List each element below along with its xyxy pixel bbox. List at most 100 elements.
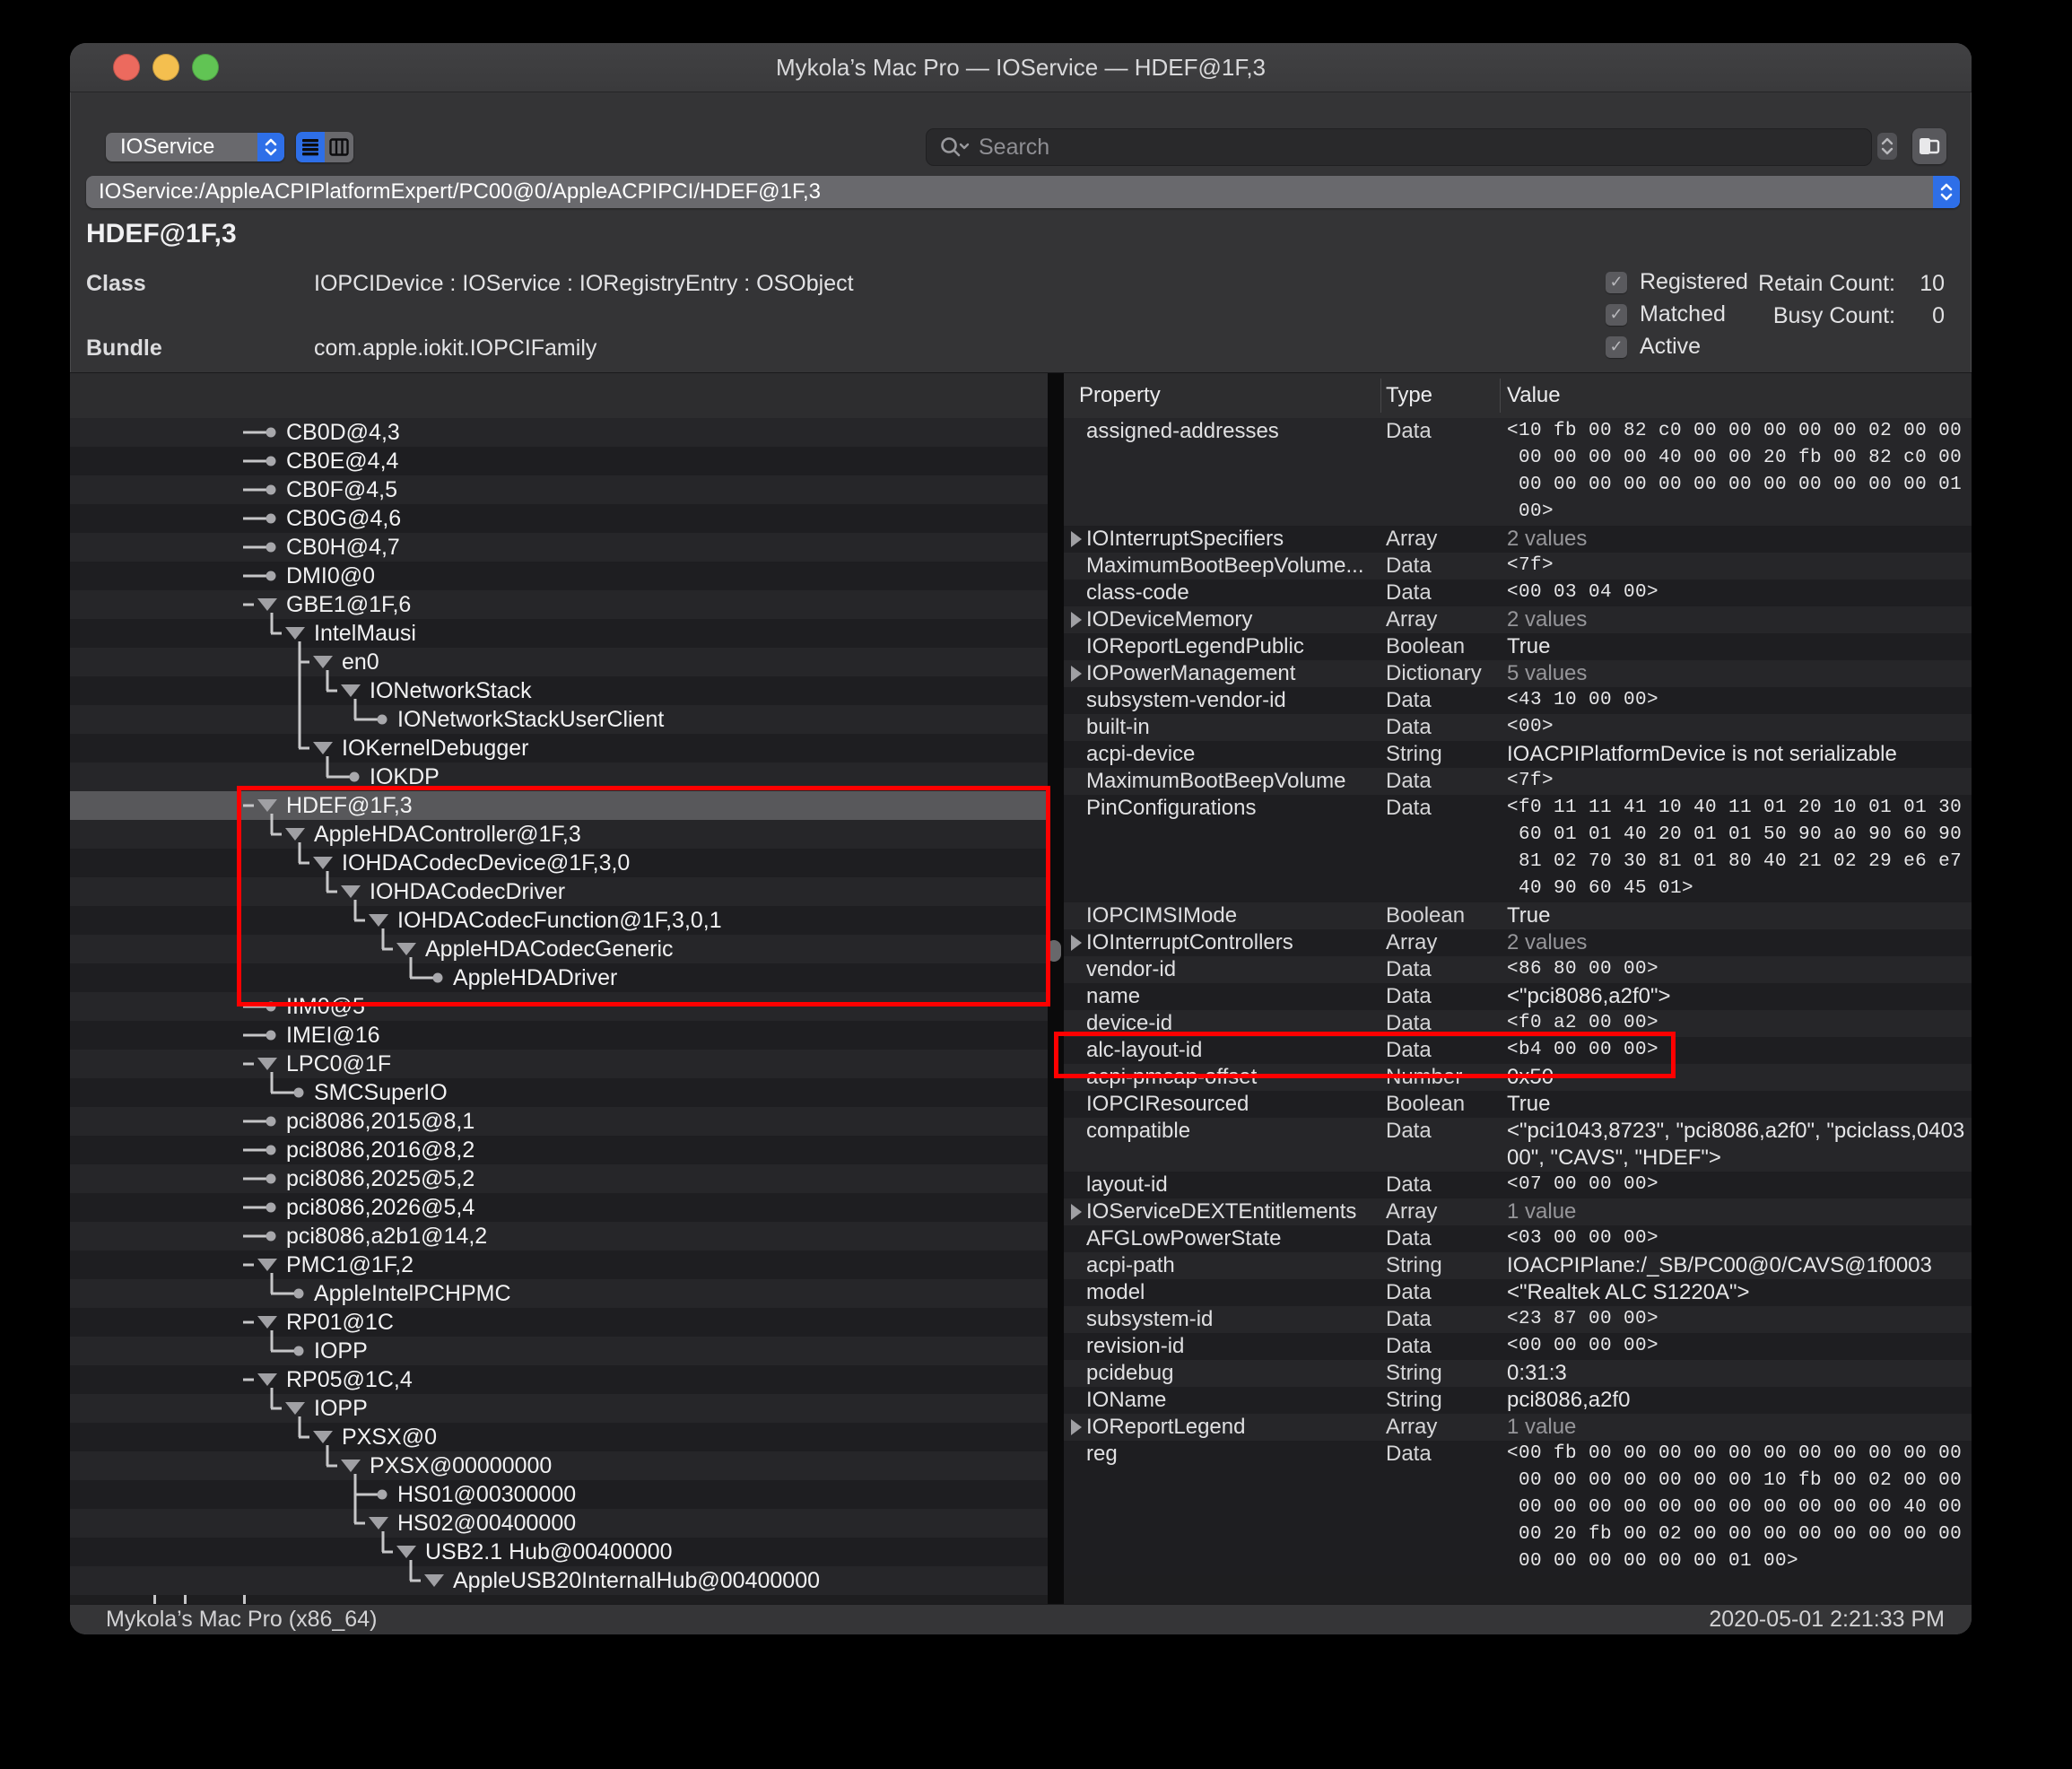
tree-row-applehdadriver[interactable]: AppleHDADriver — [70, 963, 1048, 992]
disclosure-triangle-expanded-icon[interactable] — [285, 828, 305, 841]
table-row-revision-id[interactable]: revision-idData<00 00 00 00> — [1064, 1333, 1972, 1360]
tree-row-iohdacodecdevice-1f-3-0[interactable]: IOHDACodecDevice@1F,3,0 — [70, 849, 1048, 877]
disclosure-triangle-expanded-icon[interactable] — [396, 1546, 416, 1558]
registry-path-bar[interactable]: IOService:/AppleACPIPlatformExpert/PC00@… — [86, 176, 1960, 208]
title-bar[interactable]: Mykola’s Mac Pro — IOService — HDEF@1F,3 — [70, 43, 1972, 92]
tree-row-iohdacodecdriver[interactable]: IOHDACodecDriver — [70, 877, 1048, 906]
table-row-iodevicememory[interactable]: IODeviceMemoryArray2 values — [1064, 606, 1972, 633]
tree-row-lpc0-1f[interactable]: LPC0@1F — [70, 1050, 1048, 1078]
tree-row-pci8086-2016-8-2[interactable]: pci8086,2016@8,2 — [70, 1136, 1048, 1164]
disclosure-triangle-expanded-icon[interactable] — [257, 1373, 277, 1386]
tree-row-pci8086-2026-5-4[interactable]: pci8086,2026@5,4 — [70, 1193, 1048, 1222]
table-row-alc-layout-id[interactable]: alc-layout-idData<b4 00 00 00> — [1064, 1037, 1972, 1064]
tree-row-pci8086-2015-8-1[interactable]: pci8086,2015@8,1 — [70, 1107, 1048, 1136]
disclosure-triangle-expanded-icon[interactable] — [313, 742, 333, 754]
tree-row-cb0g-4-6[interactable]: CB0G@4,6 — [70, 504, 1048, 533]
tree-row-en0[interactable]: en0 — [70, 648, 1048, 676]
table-row-iointerruptcontrollers[interactable]: IOInterruptControllersArray2 values — [1064, 929, 1972, 956]
path-bar-chevrons-icon[interactable] — [1933, 176, 1960, 208]
disclosure-triangle-expanded-icon[interactable] — [396, 943, 416, 955]
table-row-subsystem-id[interactable]: subsystem-idData<23 87 00 00> — [1064, 1306, 1972, 1333]
disclosure-triangle-expanded-icon[interactable] — [341, 885, 361, 898]
table-row-afglowpowerstate[interactable]: AFGLowPowerStateData<03 00 00 00> — [1064, 1225, 1972, 1252]
table-row-compatible[interactable]: compatibleData<"pci1043,8723", "pci8086,… — [1064, 1118, 1972, 1172]
history-stepper[interactable] — [1877, 133, 1897, 160]
disclosure-triangle-expanded-icon[interactable] — [313, 1431, 333, 1443]
disclosure-triangle-expanded-icon[interactable] — [257, 1058, 277, 1070]
list-view-button[interactable] — [296, 132, 325, 162]
table-row-name[interactable]: nameData<"pci8086,a2f0"> — [1064, 983, 1972, 1010]
inspector-panel-toggle-button[interactable] — [1912, 128, 1946, 164]
table-row-ioreportlegendpublic[interactable]: IOReportLegendPublicBooleanTrue — [1064, 633, 1972, 660]
tree-row-applehdacodecgeneric[interactable]: AppleHDACodecGeneric — [70, 935, 1048, 963]
disclosure-triangle-collapsed-icon[interactable] — [1069, 611, 1084, 629]
disclosure-triangle-expanded-icon[interactable] — [369, 914, 388, 927]
tree-row-pmc1-1f-2[interactable]: PMC1@1F,2 — [70, 1250, 1048, 1279]
disclosure-triangle-expanded-icon[interactable] — [341, 1460, 361, 1472]
disclosure-triangle-expanded-icon[interactable] — [257, 799, 277, 812]
table-row-ioreportlegend[interactable]: IOReportLegendArray1 value — [1064, 1414, 1972, 1441]
tree-row-smcsuperio[interactable]: SMCSuperIO — [70, 1078, 1048, 1107]
tree-row-hs01-00300000[interactable]: HS01@00300000 — [70, 1480, 1048, 1509]
column-header-property[interactable]: Property — [1079, 373, 1161, 418]
tree-row-hs02-00400000[interactable]: HS02@00400000 — [70, 1509, 1048, 1538]
table-row-reg[interactable]: regData<00 fb 00 00 00 00 00 00 00 00 00… — [1064, 1441, 1972, 1575]
tree-row-usb2-1-hub-00400000[interactable]: USB2.1 Hub@00400000 — [70, 1538, 1048, 1566]
tree-row-iokdp[interactable]: IOKDP — [70, 762, 1048, 791]
table-row-model[interactable]: modelData<"Realtek ALC S1220A"> — [1064, 1279, 1972, 1306]
search-icon[interactable] — [939, 135, 970, 159]
table-row-iointerruptspecifiers[interactable]: IOInterruptSpecifiersArray2 values — [1064, 526, 1972, 553]
tree-row-intelmausi[interactable]: IntelMausi — [70, 619, 1048, 648]
plane-selector-dropdown[interactable]: IOService — [106, 133, 284, 161]
disclosure-triangle-expanded-icon[interactable] — [285, 1402, 305, 1415]
disclosure-triangle-collapsed-icon[interactable] — [1069, 1203, 1084, 1221]
active-checkbox[interactable]: ✓ — [1606, 336, 1627, 358]
tree-row-pxsx-00000000[interactable]: PXSX@00000000 — [70, 1451, 1048, 1480]
disclosure-triangle-expanded-icon[interactable] — [341, 684, 361, 697]
table-row-pinconfigurations[interactable]: PinConfigurationsData<f0 11 11 41 10 40 … — [1064, 795, 1972, 902]
tree-row-pxsx-0[interactable]: PXSX@0 — [70, 1423, 1048, 1451]
table-row-iopcimsimode[interactable]: IOPCIMSIModeBooleanTrue — [1064, 902, 1972, 929]
tree-row-dmi0-0[interactable]: DMI0@0 — [70, 562, 1048, 590]
tree-row-ionetworkstackuserclient[interactable]: IONetworkStackUserClient — [70, 705, 1048, 734]
tree-row-cb0e-4-4[interactable]: CB0E@4,4 — [70, 447, 1048, 475]
tree-row-rp01-1c[interactable]: RP01@1C — [70, 1308, 1048, 1337]
disclosure-triangle-expanded-icon[interactable] — [285, 627, 305, 640]
tree-row-ionetworkstack[interactable]: IONetworkStack — [70, 676, 1048, 705]
tree-row-gbe1-1f-6[interactable]: GBE1@1F,6 — [70, 590, 1048, 619]
tree-row-iim0-5[interactable]: IIM0@5 — [70, 992, 1048, 1021]
disclosure-triangle-expanded-icon[interactable] — [257, 1259, 277, 1271]
tree-row-imei-16[interactable]: IMEI@16 — [70, 1021, 1048, 1050]
tree-row-cb0h-4-7[interactable]: CB0H@4,7 — [70, 533, 1048, 562]
tree-row-pci8086-2025-5-2[interactable]: pci8086,2025@5,2 — [70, 1164, 1048, 1193]
table-row-layout-id[interactable]: layout-idData<07 00 00 00> — [1064, 1172, 1972, 1198]
tree-row-iopp[interactable]: IOPP — [70, 1394, 1048, 1423]
registered-checkbox[interactable]: ✓ — [1606, 272, 1627, 293]
column-separator[interactable] — [1380, 379, 1381, 413]
table-row-iopowermanagement[interactable]: IOPowerManagementDictionary5 values — [1064, 660, 1972, 687]
search-field[interactable] — [926, 128, 1872, 166]
tree-scrollbar-thumb[interactable] — [1047, 940, 1061, 962]
table-row-class-code[interactable]: class-codeData<00 03 04 00> — [1064, 580, 1972, 606]
tree-row-iokerneldebugger[interactable]: IOKernelDebugger — [70, 734, 1048, 762]
disclosure-triangle-collapsed-icon[interactable] — [1069, 1418, 1084, 1436]
table-row-acpi-path[interactable]: acpi-pathStringIOACPIPlane:/_SB/PC00@0/C… — [1064, 1252, 1972, 1279]
table-row-ioname[interactable]: IONameStringpci8086,a2f0 — [1064, 1387, 1972, 1414]
tree-row-hdef-1f-3[interactable]: HDEF@1F,3 — [70, 791, 1048, 820]
pane-splitter[interactable] — [1048, 373, 1064, 1604]
disclosure-triangle-collapsed-icon[interactable] — [1069, 530, 1084, 548]
column-view-button[interactable] — [325, 132, 353, 162]
disclosure-triangle-expanded-icon[interactable] — [313, 857, 333, 869]
table-row-device-id[interactable]: device-idData<f0 a2 00 00> — [1064, 1010, 1972, 1037]
table-row-acpi-device[interactable]: acpi-deviceStringIOACPIPlatformDevice is… — [1064, 741, 1972, 768]
disclosure-triangle-collapsed-icon[interactable] — [1069, 934, 1084, 952]
column-separator[interactable] — [1500, 379, 1501, 413]
table-row-assigned-addresses[interactable]: assigned-addressesData<10 fb 00 82 c0 00… — [1064, 418, 1972, 526]
matched-checkbox[interactable]: ✓ — [1606, 304, 1627, 326]
tree-row-iohdacodecfunction-1f-3-0-1[interactable]: IOHDACodecFunction@1F,3,0,1 — [70, 906, 1048, 935]
tree-row-applehdacontroller-1f-3[interactable]: AppleHDAController@1F,3 — [70, 820, 1048, 849]
table-row-built-in[interactable]: built-inData<00> — [1064, 714, 1972, 741]
tree-row-cb0d-4-3[interactable]: CB0D@4,3 — [70, 418, 1048, 447]
disclosure-triangle-expanded-icon[interactable] — [424, 1574, 444, 1587]
tree-row-pci8086-a2b1-14-2[interactable]: pci8086,a2b1@14,2 — [70, 1222, 1048, 1250]
